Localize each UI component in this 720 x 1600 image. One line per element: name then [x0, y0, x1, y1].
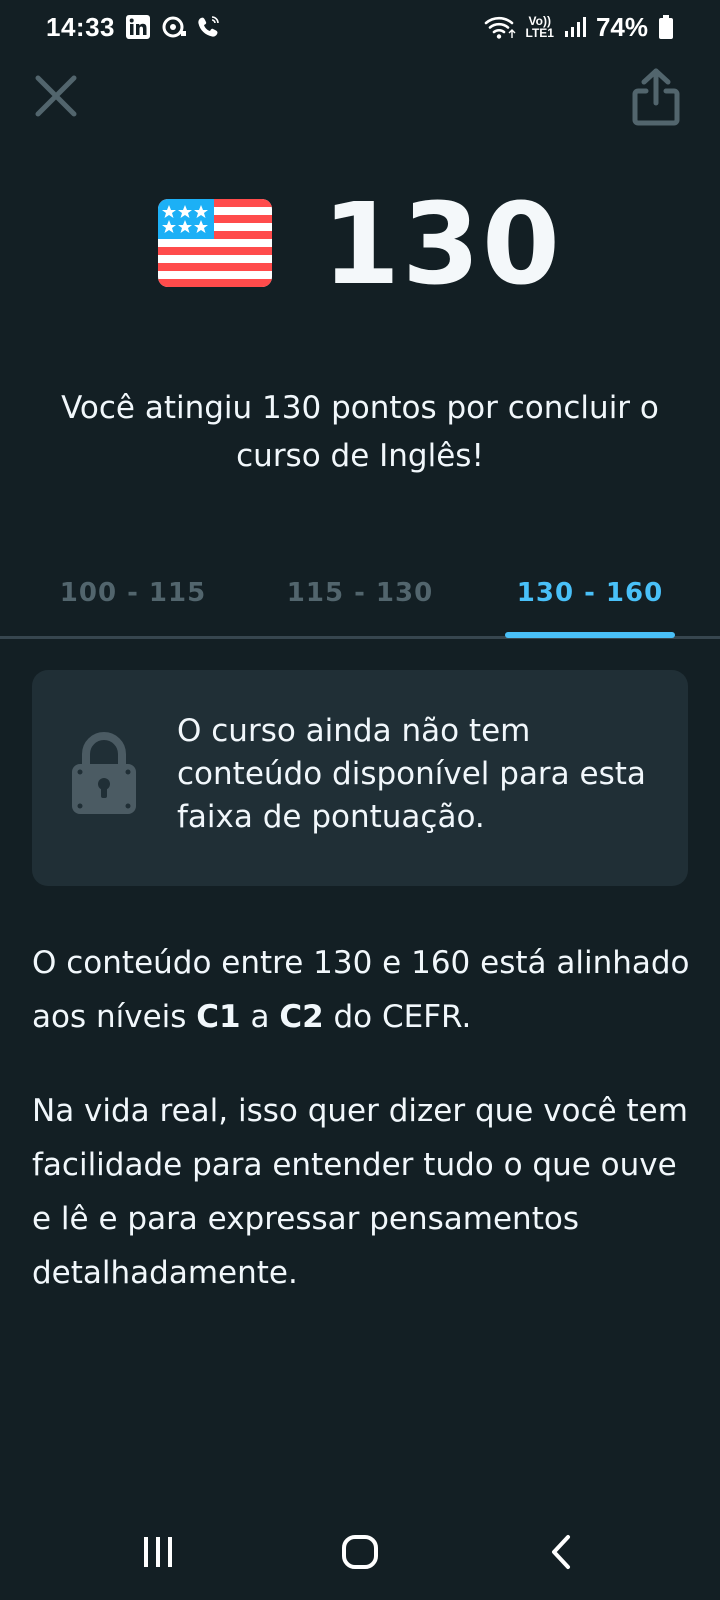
system-nav-bar	[0, 1500, 720, 1600]
score-header: 130	[0, 180, 720, 310]
wifi-call-icon	[197, 14, 221, 40]
lock-icon	[70, 732, 138, 816]
us-flag-icon	[158, 199, 273, 291]
battery-icon	[658, 14, 674, 40]
close-icon	[35, 75, 77, 117]
wifi-icon	[484, 14, 516, 40]
score-screen: 14:33 Vo)) LTE1 74% 130 Você atingiu 130…	[0, 0, 720, 1600]
tab-130-160[interactable]: 130 - 160	[505, 560, 675, 638]
score-range-tabs: 100 - 115 115 - 130 130 - 160	[0, 560, 720, 640]
cefr-level-from: C1	[196, 999, 241, 1035]
status-right: Vo)) LTE1 74%	[484, 12, 675, 43]
tab-115-130[interactable]: 115 - 130	[275, 560, 445, 638]
score-message: Você atingiu 130 pontos por concluir o c…	[61, 390, 659, 474]
home-icon	[342, 1535, 378, 1569]
recents-button[interactable]	[128, 1522, 188, 1582]
cefr-level-to: C2	[279, 999, 324, 1035]
recents-icon	[144, 1537, 172, 1567]
share-button[interactable]	[628, 66, 684, 128]
share-icon	[632, 68, 680, 126]
locked-message: O curso ainda não tem conteúdo disponíve…	[177, 713, 646, 835]
signal-icon	[564, 14, 586, 40]
linkedin-icon	[125, 14, 151, 40]
real-life-description: Na vida real, isso quer dizer que você t…	[32, 1093, 688, 1291]
back-button[interactable]	[532, 1522, 592, 1582]
close-button[interactable]	[30, 70, 82, 122]
status-bar: 14:33 Vo)) LTE1 74%	[0, 0, 720, 54]
tab-100-115[interactable]: 100 - 115	[48, 560, 218, 638]
home-button[interactable]	[330, 1522, 390, 1582]
locked-content-card: O curso ainda não tem conteúdo disponíve…	[32, 670, 688, 886]
status-left: 14:33	[46, 12, 221, 43]
score-value: 130	[322, 180, 562, 310]
cast-icon	[161, 14, 187, 40]
network-type-label: Vo)) LTE1	[526, 15, 554, 39]
cefr-text-middle: a	[240, 999, 280, 1035]
battery-percent: 74%	[595, 11, 648, 42]
status-time: 14:33	[46, 11, 115, 42]
cefr-description: O conteúdo entre 130 e 160 está alinhado…	[32, 936, 692, 1044]
back-icon	[552, 1535, 570, 1569]
active-tab-indicator	[505, 632, 675, 638]
network-lte-label: LTE1	[525, 26, 554, 40]
cefr-text-end: do CEFR.	[323, 999, 472, 1035]
